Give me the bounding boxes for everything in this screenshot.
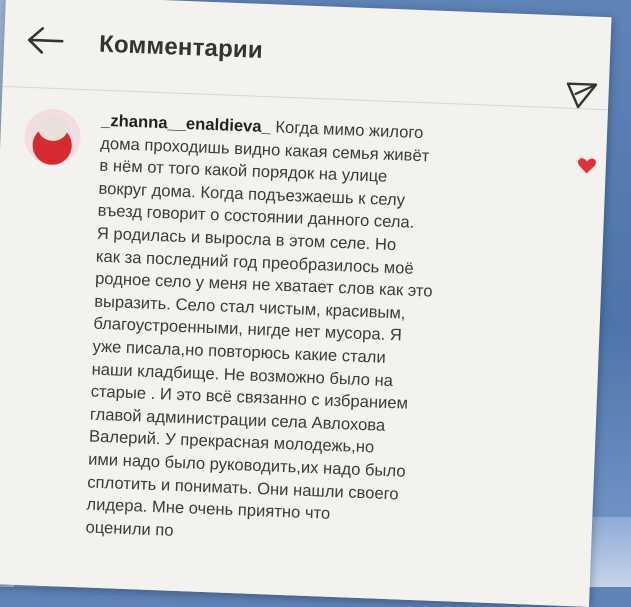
avatar-photo: [37, 114, 69, 142]
avatar[interactable]: [23, 107, 82, 166]
heart-icon[interactable]: [577, 156, 598, 175]
comment-username[interactable]: _zhanna__enaldieva_: [101, 111, 271, 137]
paper-plane-icon[interactable]: [564, 78, 599, 113]
comments-screen: Комментарии _zhanna__enaldieva_ Когда ми…: [0, 0, 612, 607]
comment-body: _zhanna__enaldieva_ Когда мимо жилого до…: [85, 110, 526, 555]
header: Комментарии: [2, 0, 612, 113]
arrow-left-icon[interactable]: [26, 25, 65, 56]
page-title: Комментарии: [98, 30, 264, 64]
comment-text: Когда мимо жилого дома проходишь видно к…: [85, 117, 433, 540]
